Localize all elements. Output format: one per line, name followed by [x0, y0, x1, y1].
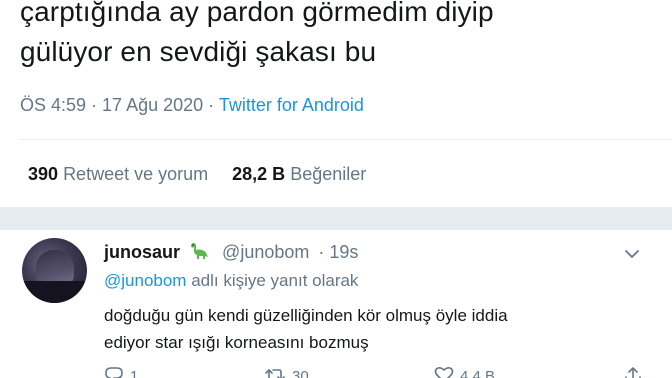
reply-actions: 1 30 4,4 B	[104, 366, 644, 378]
retweets-count: 390	[28, 164, 59, 184]
replying-to: @junobom adlı kişiye yanıt olarak	[104, 271, 358, 291]
like-action[interactable]: 4,4 B	[434, 366, 495, 378]
share-action[interactable]	[624, 366, 648, 378]
divider	[20, 139, 672, 140]
tweet-stats: 390 Retweet ve yorum 28,2 B Beğeniler	[28, 164, 366, 185]
sauropod-emoji-icon	[191, 243, 209, 259]
share-icon	[625, 367, 641, 378]
reply-action[interactable]: 1	[104, 366, 138, 378]
likes-count: 28,2 B	[232, 164, 286, 184]
avatar[interactable]	[22, 238, 87, 303]
replying-to-mention[interactable]: @junobom	[104, 271, 186, 290]
chevron-down-icon[interactable]	[624, 248, 640, 260]
reply-text-line-1: doğduğu gün kendi güzelliğinden kör olmu…	[104, 306, 508, 325]
tweet-text-line-2: gülüyor en sevdiği şakası bu	[20, 36, 377, 67]
tweet-timestamp[interactable]: ÖS 4:59 · 17 Ağu 2020	[20, 95, 203, 115]
retweet-count: 30	[292, 368, 309, 378]
section-separator	[0, 207, 672, 230]
reply-author-handle[interactable]: @junobom	[222, 242, 309, 262]
heart-icon	[434, 366, 454, 378]
reply-header: junosaur @junobom · 19s	[104, 242, 358, 263]
reply-count: 1	[130, 368, 139, 378]
retweets-label: Retweet ve yorum	[63, 164, 209, 184]
tweet-source-link[interactable]: Twitter for Android	[219, 95, 364, 115]
likes-label: Beğeniler	[290, 164, 367, 184]
reply-time[interactable]: · 19s	[318, 242, 358, 262]
likes-stat[interactable]: 28,2 B Beğeniler	[232, 164, 366, 184]
retweet-icon	[265, 369, 285, 378]
tweet-meta: ÖS 4:59 · 17 Ağu 2020 · Twitter for Andr…	[20, 95, 364, 116]
tweet-text-line-1: çarptığında ay pardon görmedim diyip	[20, 0, 494, 27]
like-count: 4,4 B	[460, 368, 496, 378]
reply-text-line-2: ediyor star ışığı korneasını bozmuş	[104, 333, 369, 352]
retweets-stat[interactable]: 390 Retweet ve yorum	[28, 164, 208, 184]
reply-tweet[interactable]: junosaur @junobom · 19s @junobom adlı ki…	[0, 230, 672, 378]
reply-icon	[105, 367, 123, 378]
reply-text: doğduğu gün kendi güzelliğinden kör olmu…	[104, 302, 644, 356]
reply-author-name[interactable]: junosaur	[104, 242, 180, 262]
meta-separator: ·	[208, 95, 215, 115]
tweet-text: çarptığında ay pardon görmedim diyip gül…	[20, 0, 660, 72]
replying-to-label: adlı kişiye yanıt olarak	[186, 271, 359, 290]
retweet-action[interactable]: 30	[264, 366, 309, 378]
